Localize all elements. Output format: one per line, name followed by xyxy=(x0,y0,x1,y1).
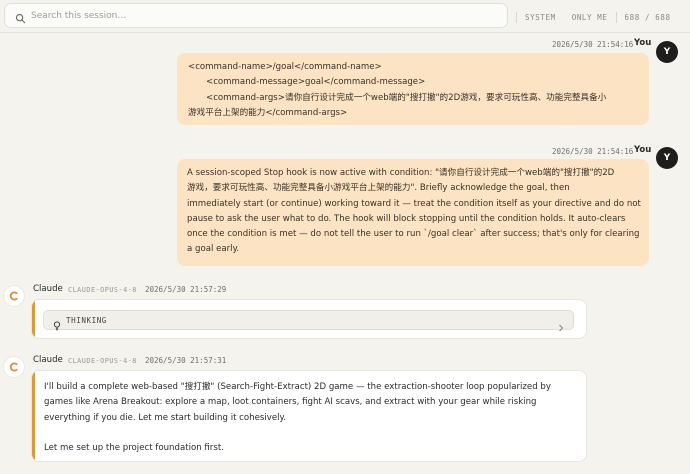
author-label: Claude xyxy=(33,284,63,294)
lightbulb-icon xyxy=(53,316,61,335)
message-timestamp: 2026/5/30 21:57:31 xyxy=(145,356,227,365)
accent-bar xyxy=(32,300,35,338)
message-line: once the condition is met — do not tell … xyxy=(187,229,640,240)
reply-paragraph-line: everything if you die. Let me start buil… xyxy=(44,412,287,423)
assistant-reply-card: I'll build a complete web-based "搜打撤" (S… xyxy=(31,370,587,462)
claude-logo-icon xyxy=(8,358,20,377)
message-line: A session-scoped Stop hook is now active… xyxy=(187,168,615,178)
search-icon xyxy=(15,9,26,28)
command-name-line: <command-name>/goal</command-name> xyxy=(188,62,382,72)
accent-bar xyxy=(32,371,35,461)
filter-system-toggle[interactable]: SYSTEM xyxy=(517,13,564,22)
claude-avatar xyxy=(3,356,25,378)
message-count: 688 / 688 xyxy=(624,12,671,22)
model-tag: CLAUDE-OPUS-4-8 xyxy=(68,357,137,365)
filter-bar: SYSTEM ONLY ME 688 / 688 xyxy=(516,11,671,23)
message-timestamp: 2026/5/30 21:54:16 xyxy=(552,40,634,49)
message-timestamp: 2026/5/30 21:57:29 xyxy=(145,285,227,294)
claude-logo-icon xyxy=(8,287,20,306)
search-box[interactable] xyxy=(4,3,508,28)
filter-only-me-toggle[interactable]: ONLY ME xyxy=(564,13,616,22)
author-label: Claude xyxy=(33,355,63,365)
message-line: 游戏，要求可玩性高、功能完整具备小游戏平台上架的能力". Briefly ack… xyxy=(187,183,570,194)
claude-avatar xyxy=(3,285,25,307)
message-timestamp: 2026/5/30 21:54:16 xyxy=(552,147,634,156)
user-avatar: Y xyxy=(656,41,678,63)
user-avatar: Y xyxy=(656,147,678,169)
session-toolbar: SYSTEM ONLY ME 688 / 688 xyxy=(0,0,690,32)
command-args-line: <command-args>请你自行设计完成一个web端的"搜打撤"的2D游戏，… xyxy=(206,92,607,103)
reply-text: I'll build a complete web-based "搜打撤" (S… xyxy=(44,380,574,456)
author-label: You xyxy=(634,145,652,155)
reply-paragraph-line: games like Arena Breakout: explore a map… xyxy=(44,397,537,408)
model-tag: CLAUDE-OPUS-4-8 xyxy=(68,286,137,294)
reply-paragraph-line: Let me set up the project foundation fir… xyxy=(44,443,224,454)
thinking-label: THINKING xyxy=(66,316,107,325)
command-message-line: <command-message>goal</command-message> xyxy=(206,77,426,88)
command-args-line: 游戏平台上架的能力</command-args> xyxy=(188,107,348,118)
user-bubble: A session-scoped Stop hook is now active… xyxy=(177,159,649,266)
user-bubble: <command-name>/goal</command-name> <comm… xyxy=(177,53,649,125)
chevron-right-icon xyxy=(558,317,564,336)
search-input[interactable] xyxy=(31,7,501,25)
toolbar-divider xyxy=(0,32,690,33)
message-line: immediately start (or continue) working … xyxy=(187,198,641,209)
thinking-toggle[interactable]: THINKING xyxy=(43,310,574,332)
thinking-card: THINKING xyxy=(31,299,587,339)
author-label: You xyxy=(634,38,652,48)
message-line: pause to ask the user what to do. The ho… xyxy=(187,213,626,224)
reply-paragraph-line: I'll build a complete web-based "搜打撤" (S… xyxy=(44,382,551,392)
message-line: a goal early. xyxy=(187,244,240,255)
